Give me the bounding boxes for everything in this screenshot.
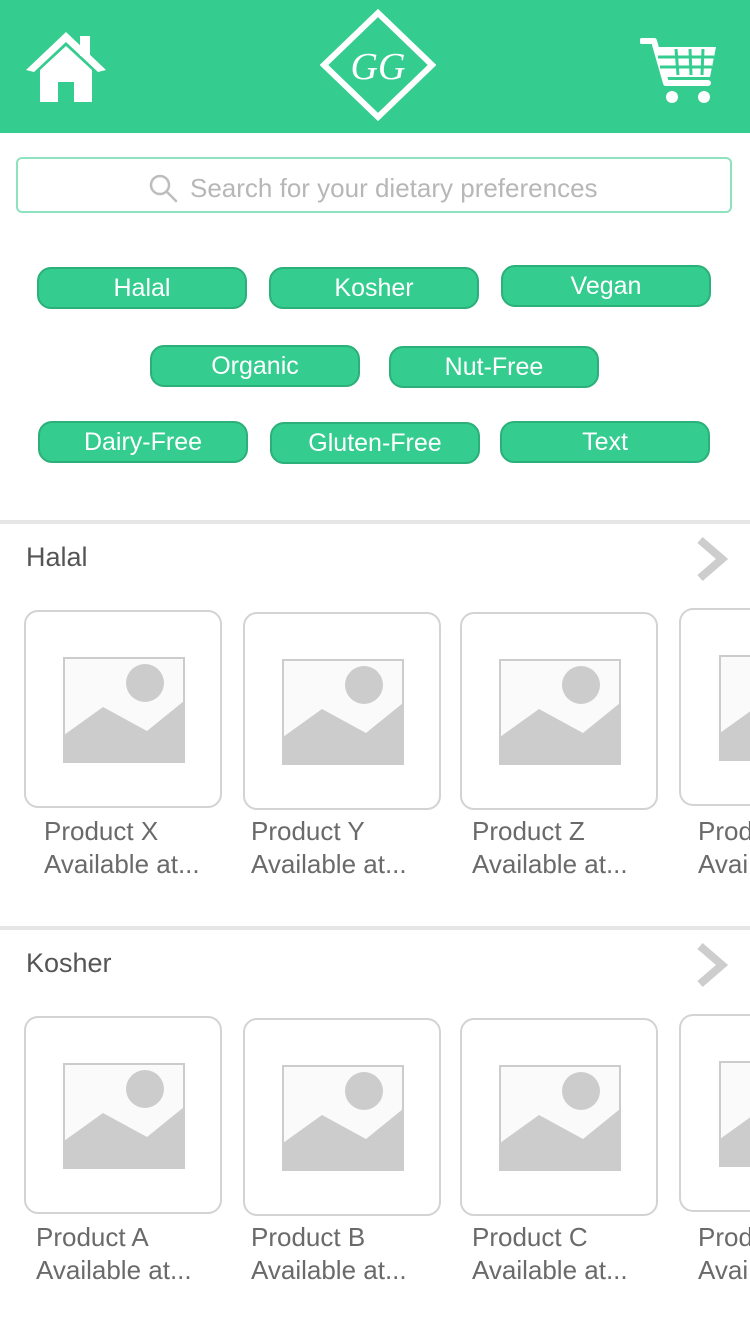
product-card-image[interactable]: [24, 610, 222, 808]
section-title-kosher: Kosher: [26, 948, 112, 978]
section-divider: [0, 520, 750, 524]
filter-chip-vegan[interactable]: Vegan: [501, 265, 711, 307]
product-name: Prod: [698, 1222, 750, 1252]
image-placeholder-icon: [499, 659, 621, 765]
gg-logo-icon: GG: [320, 9, 436, 121]
product-availability: Available at...: [251, 849, 407, 879]
filter-chip-kosher[interactable]: Kosher: [269, 267, 479, 309]
filter-chip-halal[interactable]: Halal: [37, 267, 247, 309]
shopping-cart-icon[interactable]: [640, 35, 718, 107]
product-name: Product C: [472, 1222, 588, 1252]
filter-chip-dairy-free[interactable]: Dairy-Free: [38, 421, 248, 463]
app-header: GG: [0, 0, 750, 133]
image-placeholder-icon: [499, 1065, 621, 1171]
product-name: Product B: [251, 1222, 366, 1252]
product-name: Product X: [44, 816, 159, 846]
home-icon[interactable]: [24, 30, 108, 104]
filter-chip-organic[interactable]: Organic: [150, 345, 360, 387]
image-placeholder-icon: [282, 1065, 404, 1171]
product-card-image[interactable]: [679, 608, 750, 806]
section-divider: [0, 926, 750, 930]
product-availability: Avai: [698, 849, 749, 879]
product-name: Product Y: [251, 816, 365, 846]
image-placeholder-icon: [719, 655, 750, 761]
section-title-halal: Halal: [26, 542, 88, 572]
product-name: Product Z: [472, 816, 585, 846]
image-placeholder-icon: [63, 657, 185, 763]
filter-chip-nut-free[interactable]: Nut-Free: [389, 346, 599, 388]
filter-chip-text[interactable]: Text: [500, 421, 710, 463]
search-icon: [149, 174, 178, 203]
product-availability: Available at...: [44, 849, 200, 879]
product-name: Product A: [36, 1222, 149, 1252]
chevron-right-icon[interactable]: [694, 942, 728, 988]
product-card-image[interactable]: [679, 1014, 750, 1212]
product-availability: Available at...: [472, 1255, 628, 1285]
chevron-right-icon[interactable]: [694, 536, 728, 582]
product-card-image[interactable]: [243, 1018, 441, 1216]
image-placeholder-icon: [63, 1063, 185, 1169]
search-bar[interactable]: [16, 157, 732, 213]
product-card-image[interactable]: [243, 612, 441, 810]
product-name: Prod: [698, 816, 750, 846]
product-availability: Available at...: [472, 849, 628, 879]
product-card-image[interactable]: [460, 1018, 658, 1216]
image-placeholder-icon: [719, 1061, 750, 1167]
logo-text: GG: [351, 46, 406, 88]
product-availability: Available at...: [251, 1255, 407, 1285]
image-placeholder-icon: [282, 659, 404, 765]
product-card-image[interactable]: [460, 612, 658, 810]
filter-chip-gluten-free[interactable]: Gluten-Free: [270, 422, 480, 464]
product-availability: Avai: [698, 1255, 749, 1285]
product-availability: Available at...: [36, 1255, 192, 1285]
search-input[interactable]: [188, 167, 712, 209]
product-card-image[interactable]: [24, 1016, 222, 1214]
